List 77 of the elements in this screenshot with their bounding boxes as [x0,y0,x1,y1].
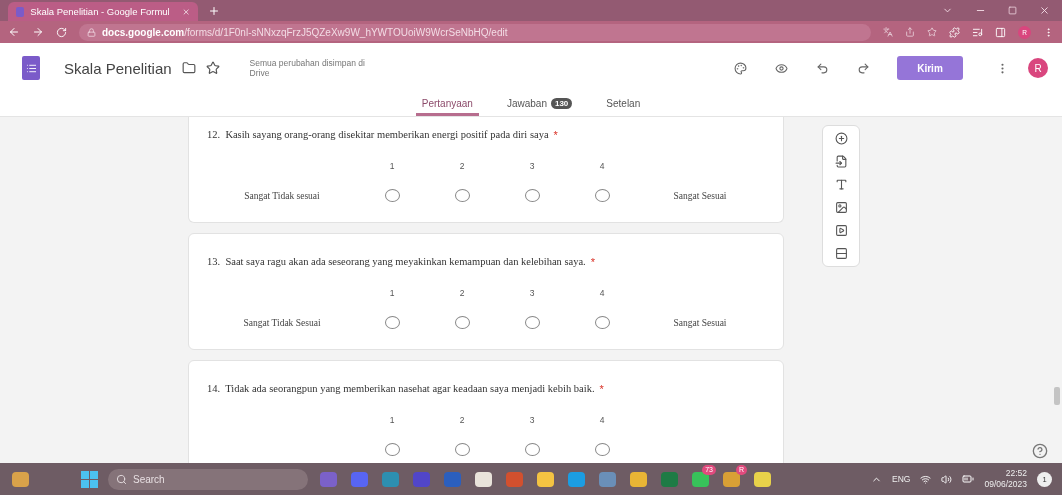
add-image-icon[interactable] [834,201,848,214]
add-question-icon[interactable] [834,132,848,145]
form-title[interactable]: Skala Penelitian [64,59,172,77]
bookmark-star-icon[interactable] [927,27,937,37]
scale-high-label: Sangat Sesuai [673,190,727,201]
start-icon[interactable] [81,470,98,488]
send-button[interactable]: Kirim [897,56,963,80]
forms-favicon-icon [16,6,25,17]
scale-number: 1 [389,288,395,298]
question-text: 12. Kasih sayang orang-orang disekitar memberikan energi positif pada diri saya [207,129,549,140]
scale-number: 3 [529,288,535,298]
scale-number: 2 [459,161,465,171]
search-icon [116,473,127,485]
taskbar-app-icon[interactable] [692,471,709,487]
question-text: 14. Tidak ada seorangpun yang memberikan nasehat agar keadaan saya menjadi kebih baik. [207,383,595,394]
scale-number: 1 [389,415,395,425]
translate-icon[interactable] [883,27,893,37]
taskbar-app-icon[interactable] [475,471,492,487]
maximize-icon[interactable] [1008,6,1017,15]
taskbar-search[interactable]: Search [108,468,308,490]
star-icon[interactable] [205,61,220,75]
browser-tab[interactable]: Skala Penelitian - Google Formul [8,2,198,21]
scale-number: 2 [459,415,465,425]
forms-logo-icon[interactable] [22,56,40,80]
question-text: 13. Saat saya ragu akan ada seseorang yang meyakinkan kemampuan dan kelebihan saya. [207,256,586,267]
reload-icon[interactable] [56,26,67,38]
close-tab-icon[interactable] [181,6,190,17]
folder-icon[interactable] [181,61,196,75]
browser-tab-title: Skala Penelitian - Google Formul [30,6,170,17]
scale-high-label: Sangat Sesuai [673,317,727,328]
forward-icon[interactable] [32,26,44,38]
taskbar-app-icon[interactable] [537,471,554,487]
share-icon[interactable] [905,27,915,37]
taskbar-app-icon[interactable] [568,471,585,487]
add-section-icon[interactable] [834,247,848,260]
scale-low-label: Sangat Tidak sesuai [244,190,320,201]
undo-icon[interactable] [816,61,829,75]
help-icon[interactable] [1032,443,1048,459]
preview-eye-icon[interactable] [775,61,788,75]
taskbar-app-icon[interactable] [723,471,740,487]
wifi-icon[interactable] [920,473,932,485]
form-tab[interactable]: Jawaban 130 [500,93,579,116]
widgets-icon[interactable] [12,471,29,487]
required-asterisk: * [590,256,595,268]
scale-number: 3 [529,161,535,171]
add-title-icon[interactable] [834,178,848,191]
scale-number: 1 [389,161,395,171]
scale-number: 4 [599,415,605,425]
volume-icon[interactable] [941,473,953,485]
scale-number: 3 [529,415,535,425]
extensions-icon[interactable] [949,26,960,38]
scale-low-label: Sangat Tidak Sesuai [243,317,321,328]
media-icon[interactable] [972,26,983,38]
side-panel-icon[interactable] [995,26,1006,38]
back-icon[interactable] [8,26,20,38]
language-indicator[interactable]: ENG [892,474,911,484]
battery-icon[interactable] [962,473,975,485]
required-asterisk: * [553,129,558,141]
scale-number: 2 [459,288,465,298]
address-bar[interactable]: docs.google.com/forms/d/1F0nl-sNNxzqFrzJ5QZeXw9W_hYWTOUoiW9WcrSeNbHQ/edit [79,23,871,41]
response-count: 130 [550,97,573,109]
palette-icon[interactable] [734,61,747,75]
taskbar-clock[interactable]: 22:52 09/06/2023 [984,468,1027,490]
import-questions-icon[interactable] [834,155,848,168]
taskbar-app-icon[interactable] [630,471,647,487]
new-tab-icon[interactable] [208,5,220,17]
add-video-icon[interactable] [834,224,848,237]
save-status: Semua perubahan disimpan di Drive [249,58,366,78]
form-tab[interactable]: Setelan [600,93,647,116]
account-avatar[interactable]: R [1028,58,1048,78]
required-asterisk: * [599,383,604,395]
scrollbar-thumb[interactable] [1054,387,1060,405]
taskbar-app-icon[interactable] [754,471,771,487]
close-window-icon[interactable] [1039,5,1050,16]
redo-icon[interactable] [857,61,870,75]
scale-number: 4 [599,288,605,298]
scale-number: 4 [599,161,605,171]
